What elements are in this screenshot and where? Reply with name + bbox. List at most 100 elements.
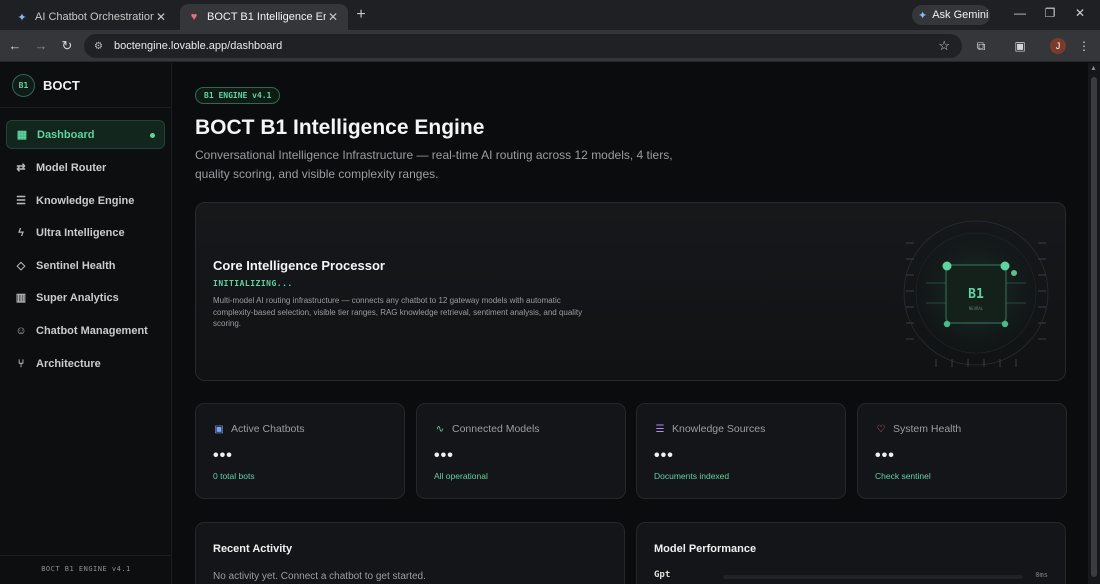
- core-title: Core Intelligence Processor: [213, 258, 385, 273]
- heart-icon: ♡: [876, 423, 886, 435]
- bookmark-star-icon[interactable]: ☆: [938, 38, 950, 54]
- divider: [0, 107, 172, 108]
- profile-avatar[interactable]: J: [1050, 38, 1066, 54]
- brand[interactable]: B1 BOCT: [12, 74, 80, 97]
- stat-label: Connected Models: [452, 423, 540, 435]
- extensions-icon[interactable]: ⧉: [972, 37, 990, 55]
- core-processor-card: Core Intelligence Processor INITIALIZING…: [195, 202, 1066, 381]
- stat-card-connected-models[interactable]: ∿ Connected Models ••• All operational: [416, 403, 626, 499]
- cpu-icon: ▣: [214, 423, 224, 435]
- stat-value: •••: [213, 447, 233, 464]
- bolt-icon: ϟ: [18, 226, 24, 239]
- window-close-icon[interactable]: ✕: [1072, 6, 1088, 20]
- stat-label: Active Chatbots: [231, 423, 305, 435]
- model-performance-panel: Model Performance Gpt 0ms: [636, 522, 1066, 584]
- core-status: INITIALIZING...: [213, 279, 293, 288]
- forward-icon[interactable]: →: [32, 37, 50, 55]
- activity-icon: ∿: [435, 423, 445, 435]
- latency-bar: [723, 575, 1023, 579]
- database-icon: ☰: [16, 195, 26, 207]
- tab-search-icon[interactable]: ▣: [1011, 37, 1029, 55]
- recent-activity-panel: Recent Activity No activity yet. Connect…: [195, 522, 625, 584]
- browser-tab-bar: ✦ AI Chatbot Orchestration: Critic ✕ ♥ B…: [0, 0, 1100, 30]
- chip-label: B1: [968, 287, 984, 302]
- ask-gemini-button[interactable]: ✦ Ask Gemini: [912, 5, 990, 25]
- sidebar-item-ultra-intelligence[interactable]: ϟ Ultra Intelligence: [6, 218, 165, 247]
- model-name: Gpt: [654, 570, 671, 580]
- scroll-up-icon[interactable]: ▲: [1090, 65, 1097, 72]
- database-icon: ☰: [655, 423, 665, 435]
- bot-icon: ☺: [15, 324, 27, 337]
- gemini-spark-icon: ✦: [918, 9, 928, 22]
- sidebar-item-knowledge-engine[interactable]: ☰ Knowledge Engine: [6, 186, 165, 215]
- stat-footnote: All operational: [434, 471, 488, 481]
- page-title: BOCT B1 Intelligence Engine: [195, 116, 485, 139]
- sidebar-item-sentinel-health[interactable]: ◇ Sentinel Health: [6, 251, 165, 280]
- sidebar-item-model-router[interactable]: ⇄ Model Router: [6, 153, 165, 182]
- shield-icon: ◇: [16, 260, 26, 272]
- url-text: boctengine.lovable.app/dashboard: [114, 40, 283, 52]
- stat-footnote: 0 total bots: [213, 471, 255, 481]
- sidebar-item-chatbot-management[interactable]: ☺ Chatbot Management: [6, 316, 165, 345]
- tab-title: AI Chatbot Orchestration: Critic: [35, 11, 154, 23]
- stat-card-knowledge-sources[interactable]: ☰ Knowledge Sources ••• Documents indexe…: [636, 403, 846, 499]
- stat-value: •••: [434, 447, 454, 464]
- router-icon: ⇄: [16, 162, 26, 174]
- close-icon[interactable]: ✕: [326, 10, 340, 24]
- sidebar: B1 BOCT ▦ Dashboard ⇄ Model Router ☰ Kno…: [0, 63, 172, 584]
- lovable-heart-icon: ♥: [190, 11, 198, 23]
- restore-icon[interactable]: ❐: [1042, 6, 1058, 20]
- bar-chart-icon: ▥: [15, 292, 27, 304]
- menu-kebab-icon[interactable]: ⋮: [1075, 37, 1093, 55]
- engine-version-badge: B1 ENGINE v4.1: [195, 87, 281, 104]
- stat-value: •••: [875, 447, 895, 464]
- browser-tab-active[interactable]: ♥ BOCT B1 Intelligence Engine ✕: [180, 4, 348, 30]
- grid-icon: ▦: [16, 129, 28, 141]
- sidebar-item-super-analytics[interactable]: ▥ Super Analytics: [6, 283, 165, 312]
- sidebar-footer: BOCT B1 ENGINE v4.1: [41, 565, 131, 573]
- stat-card-active-chatbots[interactable]: ▣ Active Chatbots ••• 0 total bots: [195, 403, 405, 499]
- brand-badge: B1: [12, 74, 35, 97]
- stat-value: •••: [654, 447, 674, 464]
- divider: [0, 555, 172, 556]
- sidebar-item-architecture[interactable]: ⑂ Architecture: [6, 349, 165, 378]
- site-info-icon[interactable]: ⚙: [94, 41, 108, 52]
- branch-icon: ⑂: [17, 357, 25, 370]
- sidebar-item-label: Ultra Intelligence: [36, 226, 125, 239]
- sidebar-item-label: Model Router: [36, 161, 107, 174]
- browser-toolbar: ← → ↻ ⚙ boctengine.lovable.app/dashboard…: [0, 30, 1100, 62]
- sidebar-item-label: Sentinel Health: [36, 259, 116, 272]
- tab-title: BOCT B1 Intelligence Engine: [207, 11, 326, 23]
- stat-label: Knowledge Sources: [672, 423, 766, 435]
- reload-icon[interactable]: ↻: [58, 37, 76, 55]
- sidebar-item-label: Chatbot Management: [36, 324, 148, 337]
- scrollbar-thumb[interactable]: [1091, 77, 1097, 577]
- sidebar-item-label: Architecture: [36, 357, 101, 370]
- stat-footnote: Check sentinel: [875, 471, 931, 481]
- sidebar-item-label: Super Analytics: [36, 291, 119, 304]
- ask-gemini-label: Ask Gemini: [932, 9, 989, 21]
- new-tab-button[interactable]: +: [352, 6, 370, 24]
- brand-name: BOCT: [43, 78, 80, 93]
- minimize-icon[interactable]: —: [1012, 6, 1028, 20]
- sidebar-item-label: Knowledge Engine: [36, 194, 135, 207]
- scrollbar[interactable]: ▲: [1088, 63, 1100, 584]
- neural-chip-graphic: B1 NEURAL: [901, 218, 1051, 368]
- back-icon[interactable]: ←: [6, 37, 24, 55]
- panel-title: Recent Activity: [213, 543, 293, 555]
- stat-footnote: Documents indexed: [654, 471, 730, 481]
- active-dot: [150, 133, 155, 138]
- empty-state-text: No activity yet. Connect a chatbot to ge…: [213, 571, 426, 582]
- core-description: Multi-model AI routing infrastructure — …: [213, 296, 583, 328]
- main-content: B1 ENGINE v4.1 BOCT B1 Intelligence Engi…: [172, 63, 1088, 584]
- panel-title: Model Performance: [654, 543, 757, 555]
- gemini-spark-icon: ✦: [17, 11, 27, 24]
- browser-tab[interactable]: ✦ AI Chatbot Orchestration: Critic ✕: [8, 4, 176, 30]
- latency-value: 0ms: [1035, 571, 1048, 579]
- sidebar-item-dashboard[interactable]: ▦ Dashboard: [6, 120, 165, 149]
- address-bar[interactable]: ⚙ boctengine.lovable.app/dashboard ☆: [84, 34, 962, 58]
- page-subtitle: Conversational Intelligence Infrastructu…: [195, 148, 673, 181]
- stat-card-system-health[interactable]: ♡ System Health ••• Check sentinel: [857, 403, 1067, 499]
- close-icon[interactable]: ✕: [154, 10, 168, 24]
- chip-sublabel: NEURAL: [969, 306, 984, 311]
